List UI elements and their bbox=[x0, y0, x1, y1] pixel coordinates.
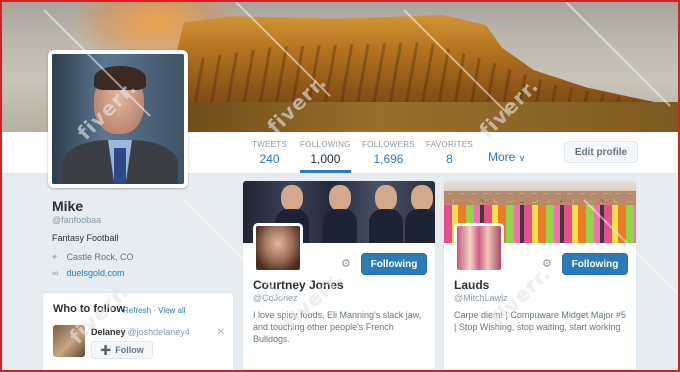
more-label: More bbox=[488, 150, 516, 164]
banner-heads bbox=[444, 191, 636, 205]
banner-figure bbox=[369, 209, 403, 243]
avatar-tie bbox=[114, 148, 126, 184]
stat-value: 1,696 bbox=[373, 152, 404, 166]
following-card: ⚙ Following Courtney Jones @CoJonez I lo… bbox=[242, 180, 436, 370]
stat-value: 1,000 bbox=[310, 152, 341, 166]
banner-figure bbox=[411, 185, 433, 211]
stat-label: FOLLOWERS bbox=[362, 140, 415, 149]
stat-value: 240 bbox=[259, 152, 280, 166]
stat-following[interactable]: FOLLOWING 1,000 bbox=[300, 140, 351, 173]
stat-label: TWEETS bbox=[252, 140, 288, 149]
following-card: ⚙ Following Lauds @MitchLawlz Carpe diem… bbox=[443, 180, 637, 370]
stat-label: FOLLOWING bbox=[300, 140, 351, 149]
card-avatar[interactable] bbox=[454, 223, 504, 273]
link-icon: ∞ bbox=[52, 268, 59, 278]
following-button[interactable]: Following bbox=[361, 253, 427, 275]
stat-value: 8 bbox=[446, 152, 453, 166]
suggestion-item: Delaney @joshdelaney4 ✕ ➕ Follow bbox=[53, 325, 229, 361]
banner-figure bbox=[281, 185, 303, 211]
follow-button[interactable]: ➕ Follow bbox=[91, 341, 153, 359]
who-to-follow-panel: Who to follow Refresh · View all Delaney… bbox=[42, 292, 234, 370]
profile-website: ∞ duelsgold.com bbox=[52, 268, 125, 278]
view-all-link[interactable]: View all bbox=[158, 306, 185, 315]
profile-location: ⌖ Castle Rock, CO bbox=[52, 252, 134, 263]
gear-icon[interactable]: ⚙ bbox=[341, 257, 351, 270]
card-name[interactable]: Lauds bbox=[454, 278, 489, 292]
profile-bio: Fantasy Football bbox=[52, 233, 119, 243]
avatar-hair bbox=[94, 66, 146, 90]
suggestion-handle: @joshdelaney4 bbox=[127, 327, 190, 337]
following-button[interactable]: Following bbox=[562, 253, 628, 275]
website-link[interactable]: duelsgold.com bbox=[67, 268, 125, 278]
location-text: Castle Rock, CO bbox=[66, 252, 134, 262]
banner-figure bbox=[329, 185, 351, 211]
card-bio: I love spicy foods, Eli Manning's slack … bbox=[253, 310, 422, 344]
chevron-down-icon: ∨ bbox=[518, 153, 526, 163]
profile-name: Mike bbox=[52, 198, 84, 214]
follow-label: Follow bbox=[115, 344, 144, 355]
suggestion-name-row: Delaney @joshdelaney4 bbox=[91, 327, 190, 337]
who-to-follow-title: Who to follow bbox=[53, 303, 126, 315]
more-menu[interactable]: More ∨ bbox=[488, 150, 525, 164]
suggestion-avatar[interactable] bbox=[53, 325, 85, 357]
card-avatar[interactable] bbox=[253, 223, 303, 273]
card-name[interactable]: Courtney Jones bbox=[253, 278, 344, 292]
profile-handle: @fanfoobaa bbox=[52, 215, 102, 225]
header-ground bbox=[172, 102, 678, 132]
suggestion-name[interactable]: Delaney bbox=[91, 327, 126, 337]
card-handle: @MitchLawlz bbox=[454, 293, 508, 303]
map-pin-icon: ⌖ bbox=[52, 252, 58, 262]
stat-tweets[interactable]: TWEETS 240 bbox=[252, 140, 287, 166]
stat-favorites[interactable]: FAVORITES 8 bbox=[426, 140, 473, 166]
banner-figure bbox=[375, 185, 397, 211]
card-bio: Carpe diem! | Compuware Midget Major #5 … bbox=[454, 310, 626, 332]
profile-avatar[interactable] bbox=[48, 50, 188, 188]
refresh-link[interactable]: Refresh bbox=[123, 306, 151, 315]
page-frame: TWEETS 240 FOLLOWING 1,000 FOLLOWERS 1,6… bbox=[0, 0, 680, 372]
stat-followers[interactable]: FOLLOWERS 1,696 bbox=[362, 140, 415, 166]
banner-figure bbox=[323, 209, 357, 243]
close-icon[interactable]: ✕ bbox=[217, 327, 225, 338]
gear-icon[interactable]: ⚙ bbox=[542, 257, 552, 270]
who-to-follow-links: Refresh · View all bbox=[123, 306, 186, 315]
edit-profile-button[interactable]: Edit profile bbox=[564, 141, 638, 163]
stat-label: FAVORITES bbox=[426, 140, 474, 149]
banner-figure bbox=[405, 209, 435, 243]
person-add-icon: ➕ bbox=[100, 344, 112, 355]
card-handle: @CoJonez bbox=[253, 293, 298, 303]
